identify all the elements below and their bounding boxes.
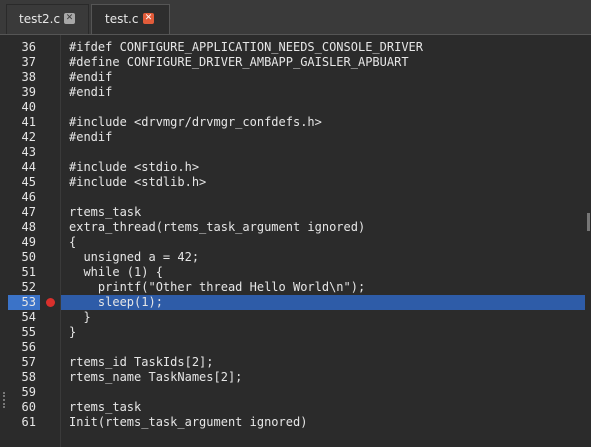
code-line[interactable]: 61 Init(rtems_task_argument ignored) [0,415,586,430]
line-number[interactable]: 42 [10,130,36,145]
code-line[interactable]: 53 sleep(1); [0,295,586,310]
code-line[interactable]: 51 while (1) { [0,265,586,280]
line-number[interactable]: 38 [10,70,36,85]
code-line[interactable]: 36 #ifdef CONFIGURE_APPLICATION_NEEDS_CON… [0,40,586,55]
code-text[interactable]: sleep(1); [69,295,163,310]
line-number[interactable]: 52 [10,280,36,295]
code-text[interactable]: #endif [69,130,112,145]
code-text[interactable]: unsigned a = 42; [69,250,199,265]
code-line[interactable]: 56 [0,340,586,355]
line-number[interactable]: 55 [10,325,36,340]
close-tab-icon[interactable]: ✕ [64,13,75,24]
code-line[interactable]: 60 rtems_task [0,400,586,415]
line-number[interactable]: 48 [10,220,36,235]
breakpoint-icon[interactable] [46,298,55,307]
code-text[interactable]: Init(rtems_task_argument ignored) [69,415,307,430]
code-text[interactable]: #ifdef CONFIGURE_APPLICATION_NEEDS_CONSO… [69,40,423,55]
code-text[interactable]: } [69,310,90,325]
code-text[interactable]: #endif [69,70,112,85]
code-text[interactable]: #include <drvmgr/drvmgr_confdefs.h> [69,115,322,130]
code-line[interactable]: 43 [0,145,586,160]
line-number[interactable]: 58 [10,370,36,385]
code-line[interactable]: 40 [0,100,586,115]
line-number[interactable]: 40 [10,100,36,115]
code-line[interactable]: 37 #define CONFIGURE_DRIVER_AMBAPP_GAISLE… [0,55,586,70]
code-text[interactable]: rtems_task [69,400,141,415]
code-text[interactable]: rtems_task [69,205,141,220]
code-text[interactable]: #endif [69,85,112,100]
line-number[interactable]: 44 [10,160,36,175]
tab-label: test2.c [19,12,61,26]
line-number[interactable]: 39 [10,85,36,100]
code-text[interactable]: rtems_name TaskNames[2]; [69,370,242,385]
code-text[interactable]: #define CONFIGURE_DRIVER_AMBAPP_GAISLER_… [69,55,409,70]
code-text[interactable]: printf("Other thread Hello World\n"); [69,280,365,295]
close-tab-icon[interactable]: ✕ [143,13,154,24]
scrollbar-thumb[interactable] [587,213,590,231]
code-line[interactable]: 44 #include <stdio.h> [0,160,586,175]
code-line[interactable]: 41 #include <drvmgr/drvmgr_confdefs.h> [0,115,586,130]
line-number[interactable]: 61 [10,415,36,430]
tab-test-c[interactable]: test.c ✕ [91,4,170,34]
code-line[interactable]: 58 rtems_name TaskNames[2]; [0,370,586,385]
tab-test2-c[interactable]: test2.c ✕ [6,4,89,34]
line-number[interactable]: 56 [10,340,36,355]
line-number[interactable]: 36 [10,40,36,55]
line-number[interactable]: 59 [10,385,36,400]
code-line[interactable]: 54 } [0,310,586,325]
line-number[interactable]: 49 [10,235,36,250]
code-line[interactable]: 47 rtems_task [0,205,586,220]
code-line[interactable]: 50 unsigned a = 42; [0,250,586,265]
line-number[interactable]: 37 [10,55,36,70]
tab-label: test.c [105,12,139,26]
code-line[interactable]: 45 #include <stdlib.h> [0,175,586,190]
line-number[interactable]: 51 [10,265,36,280]
code-text[interactable]: } [69,325,76,340]
code-text[interactable]: rtems_id TaskIds[2]; [69,355,214,370]
code-text[interactable]: while (1) { [69,265,162,280]
code-line[interactable]: 49 { [0,235,586,250]
vertical-scrollbar[interactable] [585,35,591,447]
code-line[interactable]: 59 [0,385,586,400]
code-line[interactable]: 38 #endif [0,70,586,85]
code-line[interactable]: 57 rtems_id TaskIds[2]; [0,355,586,370]
code-text[interactable]: #include <stdlib.h> [69,175,206,190]
line-number[interactable]: 47 [10,205,36,220]
line-number[interactable]: 45 [10,175,36,190]
code-editor[interactable]: 36 #ifdef CONFIGURE_APPLICATION_NEEDS_CON… [0,34,591,447]
code-line[interactable]: 52 printf("Other thread Hello World\n"); [0,280,586,295]
line-number[interactable]: 60 [10,400,36,415]
code-text[interactable]: extra_thread(rtems_task_argument ignored… [69,220,365,235]
line-number[interactable]: 46 [10,190,36,205]
line-number[interactable]: 41 [10,115,36,130]
line-number[interactable]: 43 [10,145,36,160]
code-text[interactable]: #include <stdio.h> [69,160,199,175]
code-line[interactable]: 55} [0,325,586,340]
code-text[interactable]: { [69,235,76,250]
resize-grip-icon[interactable] [3,392,7,408]
line-number[interactable]: 57 [10,355,36,370]
tab-bar: test2.c ✕ test.c ✕ [0,0,591,34]
line-number[interactable]: 53 [10,295,36,310]
code-line[interactable]: 46 [0,190,586,205]
line-number[interactable]: 50 [10,250,36,265]
code-line[interactable]: 48 extra_thread(rtems_task_argument ignor… [0,220,586,235]
line-number[interactable]: 54 [10,310,36,325]
code-line[interactable]: 42 #endif [0,130,586,145]
code-line[interactable]: 39 #endif [0,85,586,100]
